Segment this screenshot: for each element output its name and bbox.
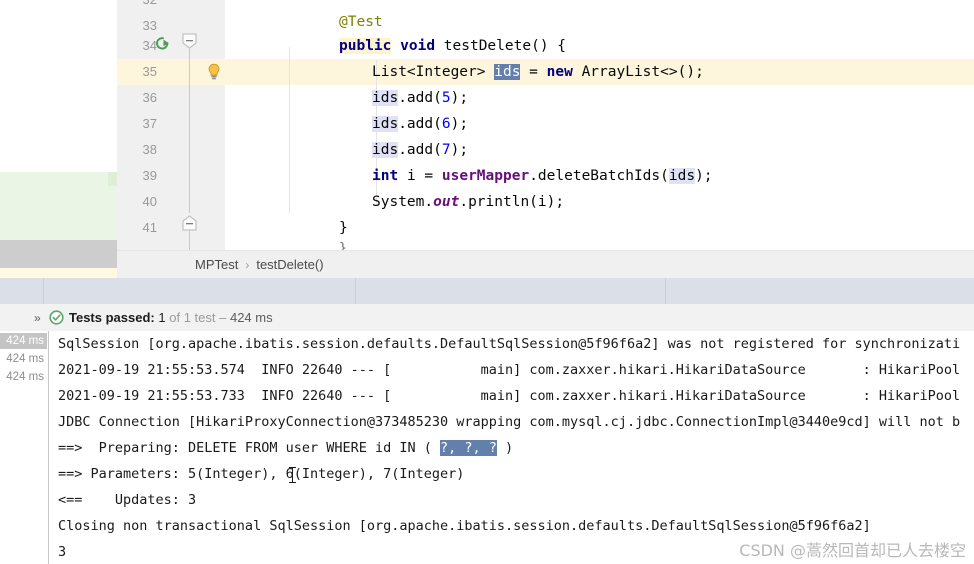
line-number: 40 [142, 194, 157, 209]
type-arraylist-token: ArrayList<> [581, 64, 678, 80]
indent-guide [289, 47, 290, 213]
call-println-token: println [468, 194, 530, 210]
line-number: 38 [142, 142, 157, 157]
console-line-preparing: ==> Preparing: DELETE FROM user WHERE id… [58, 435, 513, 461]
code-line-36: ids.add(5); [372, 90, 469, 106]
console-output[interactable]: 424 ms 424 ms 424 ms SqlSession [org.apa… [0, 331, 974, 564]
timing-label: 424 ms [6, 371, 44, 383]
line-number: 39 [142, 168, 157, 183]
variable-i-token: i [406, 168, 416, 184]
code-line-35: List<Integer> ids = new ArrayList<>(); [372, 64, 704, 80]
run-test-icon[interactable] [152, 34, 172, 54]
line-number: 35 [142, 64, 157, 79]
fold-collapse-icon[interactable] [182, 33, 197, 49]
type-list-token: List<Integer> [372, 64, 486, 80]
variable-ids-token: ids [372, 142, 399, 158]
variable-ids-token: ids [372, 116, 399, 132]
breadcrumb[interactable]: MPTest › testDelete() [117, 250, 974, 278]
literal-6: 6 [441, 116, 451, 132]
line-number: 36 [142, 90, 157, 105]
text-cursor-icon [289, 467, 296, 483]
editor-gutter[interactable]: 32 33 34 35 36 37 38 39 40 41 [117, 0, 226, 250]
console-line: JDBC Connection [HikariProxyConnection@3… [58, 414, 961, 430]
test-passed-check-icon [49, 310, 64, 325]
console-line: ==> Parameters: 5(Integer), 6(Integer), … [58, 466, 465, 482]
band-divider [665, 278, 666, 304]
code-line-39: int i = userMapper.deleteBatchIds(ids); [372, 168, 713, 184]
background-panel-gray [0, 240, 117, 268]
code-line-40: System.out.println(i); [372, 194, 565, 210]
console-line: 2021-09-19 21:55:53.574 INFO 22640 --- [… [58, 362, 961, 378]
band-divider [355, 278, 356, 304]
code-content[interactable]: @Test public void testDelete() { List<In… [225, 0, 974, 250]
annotation-token: @Test [339, 14, 383, 30]
code-line-34: public void testDelete() { [339, 38, 567, 54]
tests-duration: 424 ms [229, 310, 273, 325]
timing-label: 424 ms [0, 333, 47, 349]
preparing-prefix: ==> Preparing: DELETE FROM user WHERE id… [58, 440, 441, 456]
line-number: 41 [142, 220, 157, 235]
timing-label: 424 ms [6, 353, 44, 365]
keyword-int: int [372, 168, 399, 184]
line-number: 32 [127, 0, 157, 13]
ide-window: 32 33 34 35 36 37 38 39 40 41 [0, 0, 974, 564]
test-status-bar: » Tests passed: 1 of 1 test – 424 ms [0, 304, 974, 332]
line-number: 37 [142, 116, 157, 131]
code-line-37: ids.add(6); [372, 116, 469, 132]
code-line-38: ids.add(7); [372, 142, 469, 158]
console-line: SqlSession [org.apache.ibatis.session.de… [58, 336, 961, 352]
literal-5: 5 [441, 90, 451, 106]
console-line: 3 [58, 544, 67, 560]
tests-passed-label: Tests passed: [69, 310, 155, 325]
tests-passed-count: 1 [158, 310, 166, 325]
breadcrumb-class[interactable]: MPTest [195, 257, 238, 272]
background-panel-green [0, 172, 117, 240]
method-name-token: testDelete [443, 38, 532, 54]
variable-ids-token: ids [372, 90, 399, 106]
literal-7: 7 [441, 142, 451, 158]
toolwindow-header-band[interactable] [0, 278, 974, 304]
preparing-suffix: ) [496, 440, 514, 456]
call-deletebatchids-token: deleteBatchIds [537, 168, 661, 184]
code-fold-line [189, 47, 190, 213]
code-fold-line-lower [189, 231, 190, 250]
keyword-public: public [339, 38, 392, 54]
keyword-new: new [546, 64, 573, 80]
keyword-void: void [400, 38, 436, 54]
code-line-42-partial: } [339, 241, 347, 250]
band-divider [43, 278, 44, 304]
code-line-33: @Test [339, 9, 383, 35]
breadcrumb-separator-icon: › [245, 258, 250, 272]
console-line: <== Updates: 3 [58, 492, 197, 508]
breadcrumb-method[interactable]: testDelete() [256, 257, 323, 272]
field-out-token: out [433, 194, 460, 210]
console-timing-gutter: 424 ms 424 ms 424 ms [0, 331, 49, 564]
expand-chevron-icon[interactable]: » [34, 312, 41, 324]
dash-separator: – [219, 310, 227, 325]
class-system-token: System [372, 194, 425, 210]
intention-bulb-icon[interactable] [205, 62, 223, 82]
code-editor[interactable]: 32 33 34 35 36 37 38 39 40 41 [117, 0, 974, 250]
console-line: Closing non transactional SqlSession [or… [58, 518, 871, 534]
tests-of-text: of 1 test [169, 310, 216, 325]
test-status-text: Tests passed: 1 of 1 test – 424 ms [69, 304, 273, 331]
variable-ids-token: ids [668, 168, 696, 184]
console-line: 2021-09-19 21:55:53.733 INFO 22640 --- [… [58, 388, 961, 404]
background-panel-white [0, 0, 117, 172]
preparing-selected-placeholders[interactable]: ?, ?, ? [440, 440, 497, 456]
background-panel-green-edge [108, 172, 117, 186]
selected-variable-token[interactable]: ids [494, 64, 521, 80]
fold-expand-icon[interactable] [182, 215, 197, 231]
variable-i-token: i [537, 194, 547, 210]
field-usermapper-token: userMapper [441, 168, 530, 184]
watermark: CSDN @蒿然回首却已人去楼空 [739, 541, 966, 560]
